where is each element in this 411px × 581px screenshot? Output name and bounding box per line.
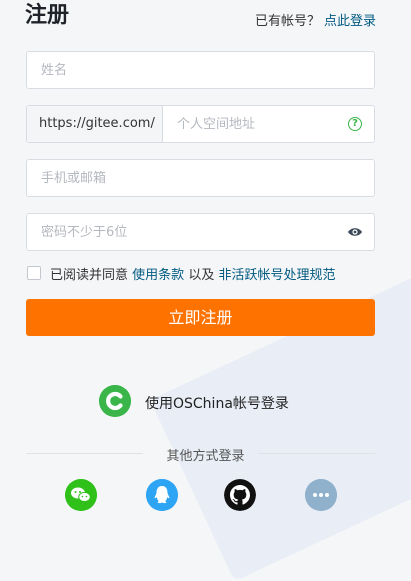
login-question: 已有帐号？ [254, 14, 320, 29]
policy-link[interactable]: 非活跃帐号处理规范 [218, 268, 335, 283]
register-button[interactable]: 立即注册 [26, 299, 375, 336]
contact-field[interactable]: 手机或邮箱 [26, 159, 375, 197]
other-login-label: 其他方式登录 [166, 449, 245, 464]
login-link[interactable]: 点此登录 [324, 14, 376, 29]
name-placeholder: 姓名 [41, 63, 68, 78]
contact-placeholder: 手机或邮箱 [41, 171, 107, 186]
eye-icon[interactable] [347, 226, 363, 238]
github-icon[interactable] [224, 479, 256, 511]
url-prefix: https://gitee.com/ [27, 106, 163, 142]
login-hint: 已有帐号？ 点此登录 [255, 10, 376, 29]
password-field[interactable]: 密码不少于6位 [26, 213, 375, 251]
agree-prefix: 已阅读并同意 [50, 268, 129, 283]
terms-link[interactable]: 使用条款 [132, 268, 184, 283]
oschina-label: 使用OSChina帐号登录 [145, 396, 289, 412]
divider [258, 453, 375, 454]
password-placeholder: 密码不少于6位 [41, 225, 128, 240]
page-title: 注册 [25, 3, 70, 28]
agreement-text: 已阅读并同意 使用条款 以及 非活跃帐号处理规范 [50, 264, 335, 283]
oschina-icon [99, 385, 131, 417]
url-placeholder: 个人空间地址 [177, 117, 256, 132]
agree-checkbox[interactable] [27, 266, 41, 280]
help-icon[interactable]: ? [348, 117, 362, 131]
more-icon[interactable] [305, 479, 337, 511]
name-field[interactable]: 姓名 [26, 51, 375, 89]
agree-and: 以及 [188, 268, 215, 283]
qq-icon[interactable] [146, 479, 178, 511]
wechat-icon[interactable] [65, 479, 97, 511]
space-url-field[interactable]: https://gitee.com/ 个人空间地址 ? [26, 105, 375, 143]
